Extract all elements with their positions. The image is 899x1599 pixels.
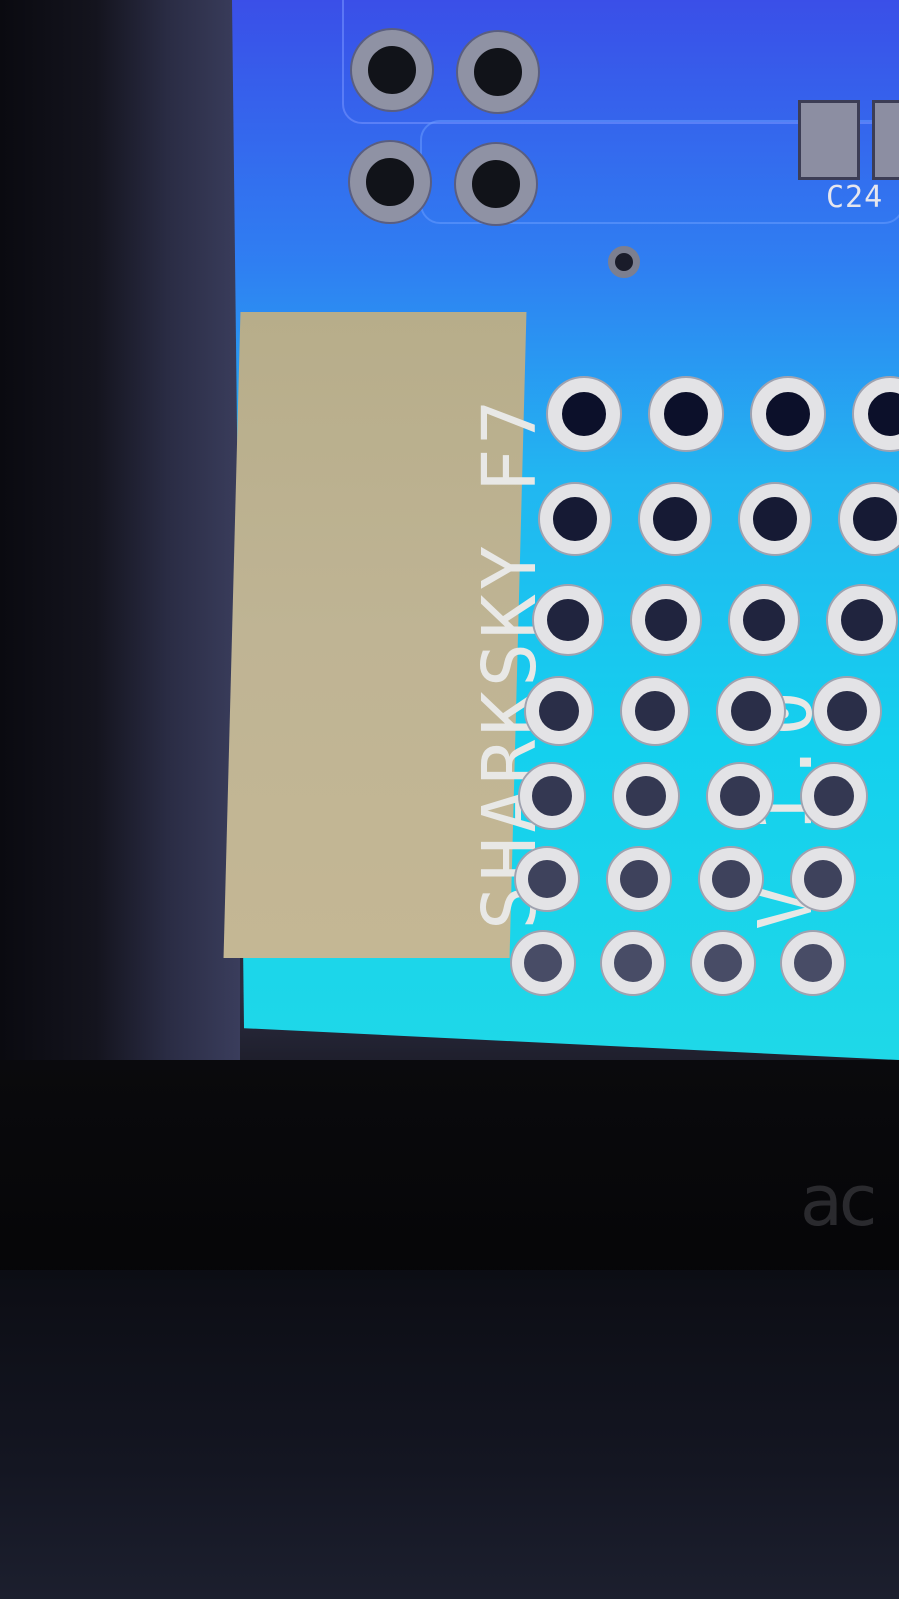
through-hole-pad-icon (526, 678, 592, 744)
through-hole-pad-icon (650, 378, 722, 450)
through-hole-pad-icon (516, 848, 578, 910)
through-hole-pad-icon (692, 932, 754, 994)
through-hole-pad-icon (614, 764, 678, 828)
through-hole-pad-icon (740, 484, 810, 554)
through-hole-pad-icon (802, 764, 866, 828)
through-hole-pad-icon (350, 142, 430, 222)
through-hole-pad-icon (608, 848, 670, 910)
component-reference-label: C24 (826, 180, 884, 215)
photo-scene: C24 SHARKSKY F7 V 1.0 ac (0, 0, 899, 1599)
through-hole-pad-icon (700, 848, 762, 910)
smd-pad-icon (872, 100, 899, 180)
through-hole-pad-icon (534, 586, 602, 654)
through-hole-pad-icon (708, 764, 772, 828)
smd-pad-icon (798, 100, 860, 180)
through-hole-pad-icon (640, 484, 710, 554)
monitor-bezel-left (0, 0, 240, 1080)
through-hole-pad-icon (602, 932, 664, 994)
desk-surface (0, 1270, 899, 1599)
via-icon (608, 246, 640, 278)
through-hole-pad-icon (458, 32, 538, 112)
through-hole-pad-icon (632, 586, 700, 654)
through-hole-pad-icon (718, 678, 784, 744)
through-hole-pad-icon (520, 764, 584, 828)
through-hole-pad-icon (352, 30, 432, 110)
through-hole-pad-icon (782, 932, 844, 994)
through-hole-pad-icon (792, 848, 854, 910)
through-hole-pad-icon (512, 932, 574, 994)
through-hole-pad-icon (814, 678, 880, 744)
through-hole-pad-icon (622, 678, 688, 744)
through-hole-pad-icon (752, 378, 824, 450)
through-hole-pad-icon (828, 586, 896, 654)
monitor-brand-logo: ac (800, 1160, 877, 1240)
through-hole-pad-icon (456, 144, 536, 224)
silkscreen-text: SHARKSKY F7 V 1.0 (280, 396, 899, 930)
monitor-bottom-bezel (0, 1060, 899, 1290)
through-hole-pad-icon (540, 484, 610, 554)
through-hole-pad-icon (548, 378, 620, 450)
through-hole-pad-icon (730, 586, 798, 654)
